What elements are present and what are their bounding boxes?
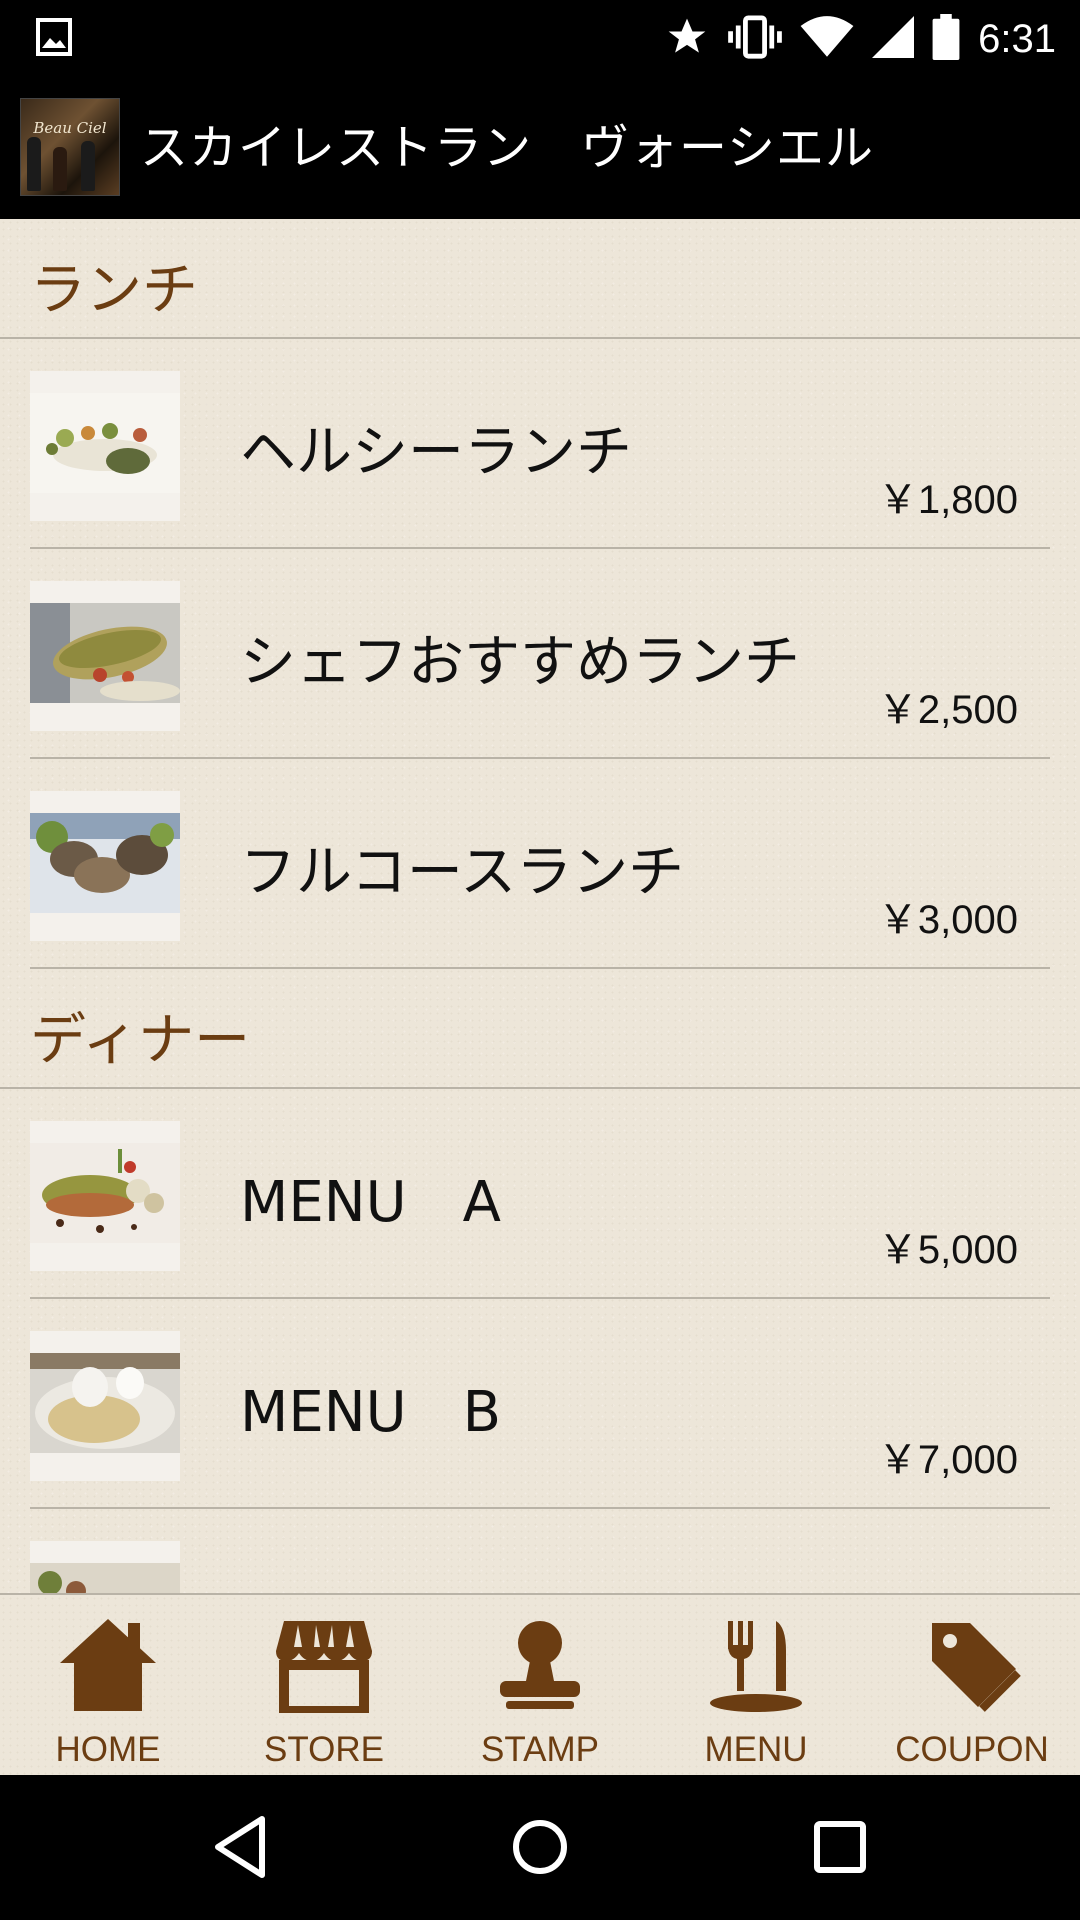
logo-text: Beau Ciel (33, 119, 107, 137)
menu-item-thumbnail (30, 791, 180, 941)
menu-item-thumbnail (30, 581, 180, 731)
store-icon (276, 1621, 372, 1713)
image-icon (36, 18, 72, 56)
clock-time: 6:31 (978, 16, 1056, 61)
menu-item-price: ￥3,000 (877, 898, 1018, 942)
menu-item-price: ￥7,000 (877, 1438, 1018, 1482)
home-circle-icon[interactable] (512, 1815, 568, 1883)
star-icon (664, 15, 710, 63)
menu-item-row[interactable] (0, 1509, 1080, 1593)
restaurant-logo: Beau Ciel (20, 98, 120, 196)
bottom-navigation: HOME STORE STAMP MENU COUPON (0, 1593, 1080, 1777)
coupon-tag-icon (932, 1623, 1021, 1712)
menu-item-price: ￥2,500 (877, 688, 1018, 732)
nav-label: COUPON (895, 1730, 1049, 1769)
app-bar: Beau Ciel スカイレストラン ヴォーシエル (0, 78, 1080, 219)
section-title: ディナー (30, 1008, 251, 1073)
wifi-icon (800, 15, 854, 63)
home-icon (60, 1619, 156, 1711)
signal-icon (872, 16, 915, 62)
menu-item-thumbnail (30, 1121, 180, 1271)
recents-icon[interactable] (812, 1815, 868, 1883)
menu-item-row[interactable]: フルコースランチ ￥3,000 (0, 759, 1080, 969)
nav-label: STORE (264, 1730, 384, 1769)
vibrate-icon (728, 14, 782, 64)
menu-item-name: フルコースランチ (240, 840, 685, 905)
menu-item-name: ヘルシーランチ (240, 420, 632, 485)
stamp-icon (500, 1621, 580, 1709)
back-icon[interactable] (212, 1815, 268, 1883)
app-title: スカイレストラン ヴォーシエル (140, 120, 875, 176)
menu-item-name: MENU B (240, 1380, 501, 1445)
section-title: ランチ (30, 258, 198, 323)
nav-label: STAMP (481, 1730, 599, 1769)
nav-store[interactable]: STORE (216, 1595, 432, 1777)
nav-label: MENU (704, 1730, 808, 1769)
nav-menu[interactable]: MENU (648, 1595, 864, 1777)
section-header-dinner: ディナー (0, 969, 1080, 1089)
nav-label: HOME (55, 1730, 161, 1769)
menu-item-thumbnail (30, 1331, 180, 1481)
menu-item-row[interactable]: MENU B ￥7,000 (0, 1299, 1080, 1509)
battery-icon (932, 14, 960, 64)
section-header-lunch: ランチ (0, 219, 1080, 339)
menu-list[interactable]: ランチ ヘルシーランチ ￥1,800 シェフおすすめランチ ￥2,500 フルコ… (0, 219, 1080, 1593)
system-navigation-bar (0, 1775, 1080, 1920)
menu-item-name: シェフおすすめランチ (240, 630, 800, 695)
menu-item-price: ￥1,800 (877, 478, 1018, 522)
menu-item-name: MENU A (240, 1170, 501, 1235)
status-bar: 6:31 (0, 0, 1080, 78)
menu-item-row[interactable]: シェフおすすめランチ ￥2,500 (0, 549, 1080, 759)
menu-item-price: ￥5,000 (877, 1228, 1018, 1272)
menu-item-row[interactable]: MENU A ￥5,000 (0, 1089, 1080, 1299)
nav-coupon[interactable]: COUPON (864, 1595, 1080, 1777)
menu-item-row[interactable]: ヘルシーランチ ￥1,800 (0, 339, 1080, 549)
nav-home[interactable]: HOME (0, 1595, 216, 1777)
menu-item-thumbnail (30, 1541, 180, 1593)
nav-stamp[interactable]: STAMP (432, 1595, 648, 1777)
menu-item-thumbnail (30, 371, 180, 521)
menu-fork-knife-icon (710, 1621, 802, 1712)
